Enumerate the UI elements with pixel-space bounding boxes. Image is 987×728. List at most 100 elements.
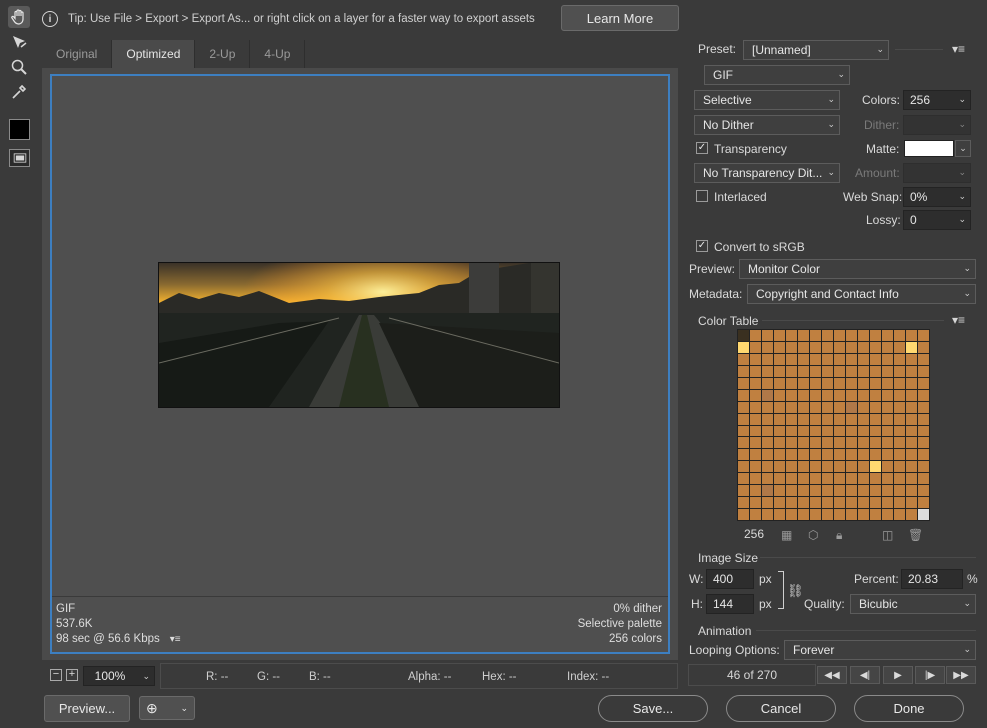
color-swatch[interactable] [894,461,905,473]
color-swatch[interactable] [822,401,833,413]
color-swatch[interactable] [810,473,821,485]
color-swatch[interactable] [762,497,773,509]
color-swatch[interactable] [798,485,809,497]
format-dropdown[interactable]: GIF ⌄ [704,65,850,85]
color-swatch[interactable] [870,509,881,520]
color-swatch[interactable] [762,365,773,377]
color-swatch[interactable] [846,485,857,497]
color-swatch[interactable] [822,473,833,485]
color-swatch[interactable] [894,330,905,341]
preset-dropdown[interactable]: [Unnamed] ⌄ [743,40,889,60]
color-swatch[interactable] [906,461,917,473]
color-swatch[interactable] [822,389,833,401]
color-swatch[interactable] [774,341,785,353]
color-swatch[interactable] [834,497,845,509]
color-swatch[interactable] [738,449,749,461]
color-swatch[interactable] [882,413,893,425]
color-swatch[interactable] [798,509,809,520]
color-swatch[interactable] [918,509,929,520]
color-swatch[interactable] [762,461,773,473]
color-swatch[interactable] [738,341,749,353]
color-swatch[interactable] [774,413,785,425]
eyedropper-color-swatch[interactable] [9,119,30,140]
color-swatch[interactable] [882,461,893,473]
color-swatch[interactable] [882,437,893,449]
color-swatch[interactable] [762,425,773,437]
color-swatch[interactable] [738,330,749,341]
color-swatch[interactable] [834,485,845,497]
matte-color-swatch[interactable] [904,140,954,157]
color-swatch[interactable] [918,365,929,377]
width-field[interactable]: 400 [706,569,754,589]
color-swatch[interactable] [738,425,749,437]
color-swatch[interactable] [750,389,761,401]
color-swatch[interactable] [762,401,773,413]
color-swatch[interactable] [870,330,881,341]
color-swatch[interactable] [810,461,821,473]
color-swatch[interactable] [894,365,905,377]
color-swatch[interactable] [738,497,749,509]
color-swatch[interactable] [834,389,845,401]
color-swatch[interactable] [798,413,809,425]
color-swatch[interactable] [858,365,869,377]
color-swatch[interactable] [798,389,809,401]
color-swatch[interactable] [882,389,893,401]
color-swatch[interactable] [738,437,749,449]
color-swatch[interactable] [750,509,761,520]
color-swatch[interactable] [858,341,869,353]
color-swatch[interactable] [822,330,833,341]
color-swatch[interactable] [882,449,893,461]
color-swatch[interactable] [858,473,869,485]
transparency-dither-dropdown[interactable]: No Transparency Dit... ⌄ [694,163,840,183]
color-swatch[interactable] [906,485,917,497]
color-swatch[interactable] [846,377,857,389]
color-swatch[interactable] [786,341,797,353]
color-swatch[interactable] [762,449,773,461]
browser-preview-button[interactable]: ⊕ ⌄ [139,696,195,720]
slice-select-tool-icon[interactable] [8,31,30,53]
metadata-dropdown[interactable]: Copyright and Contact Info ⌄ [747,284,976,304]
color-swatch[interactable] [858,485,869,497]
color-swatch[interactable] [750,365,761,377]
color-swatch[interactable] [918,461,929,473]
color-swatch[interactable] [738,461,749,473]
color-swatch[interactable] [858,377,869,389]
color-swatch[interactable] [846,449,857,461]
color-swatch[interactable] [762,509,773,520]
color-swatch[interactable] [918,497,929,509]
color-swatch[interactable] [762,341,773,353]
link-chain-icon[interactable]: ⛓︎ [787,583,804,599]
color-swatch[interactable] [786,377,797,389]
play-icon[interactable]: ▶ [883,666,913,684]
color-swatch[interactable] [858,401,869,413]
color-swatch[interactable] [858,389,869,401]
color-swatch[interactable] [918,330,929,341]
color-swatch[interactable] [918,377,929,389]
color-swatch[interactable] [786,330,797,341]
color-swatch[interactable] [750,377,761,389]
color-table-grid[interactable] [737,329,930,521]
color-swatch[interactable] [906,365,917,377]
color-swatch[interactable] [786,509,797,520]
done-button[interactable]: Done [854,695,964,722]
color-swatch[interactable] [894,377,905,389]
color-swatch[interactable] [858,353,869,365]
color-swatch[interactable] [774,353,785,365]
color-swatch[interactable] [906,341,917,353]
color-swatch[interactable] [894,341,905,353]
color-swatch[interactable] [870,341,881,353]
color-swatch[interactable] [858,425,869,437]
color-swatch[interactable] [894,437,905,449]
color-swatch[interactable] [858,437,869,449]
eyedropper-tool-icon[interactable] [8,81,30,103]
color-swatch[interactable] [846,353,857,365]
color-swatch[interactable] [798,341,809,353]
color-swatch[interactable] [882,425,893,437]
convert-srgb-checkbox[interactable]: ✓ [696,240,708,252]
color-swatch[interactable] [774,449,785,461]
color-swatch[interactable] [918,449,929,461]
color-swatch[interactable] [798,497,809,509]
tab-4-up[interactable]: 4-Up [250,40,306,68]
color-swatch[interactable] [870,449,881,461]
color-swatch[interactable] [762,485,773,497]
